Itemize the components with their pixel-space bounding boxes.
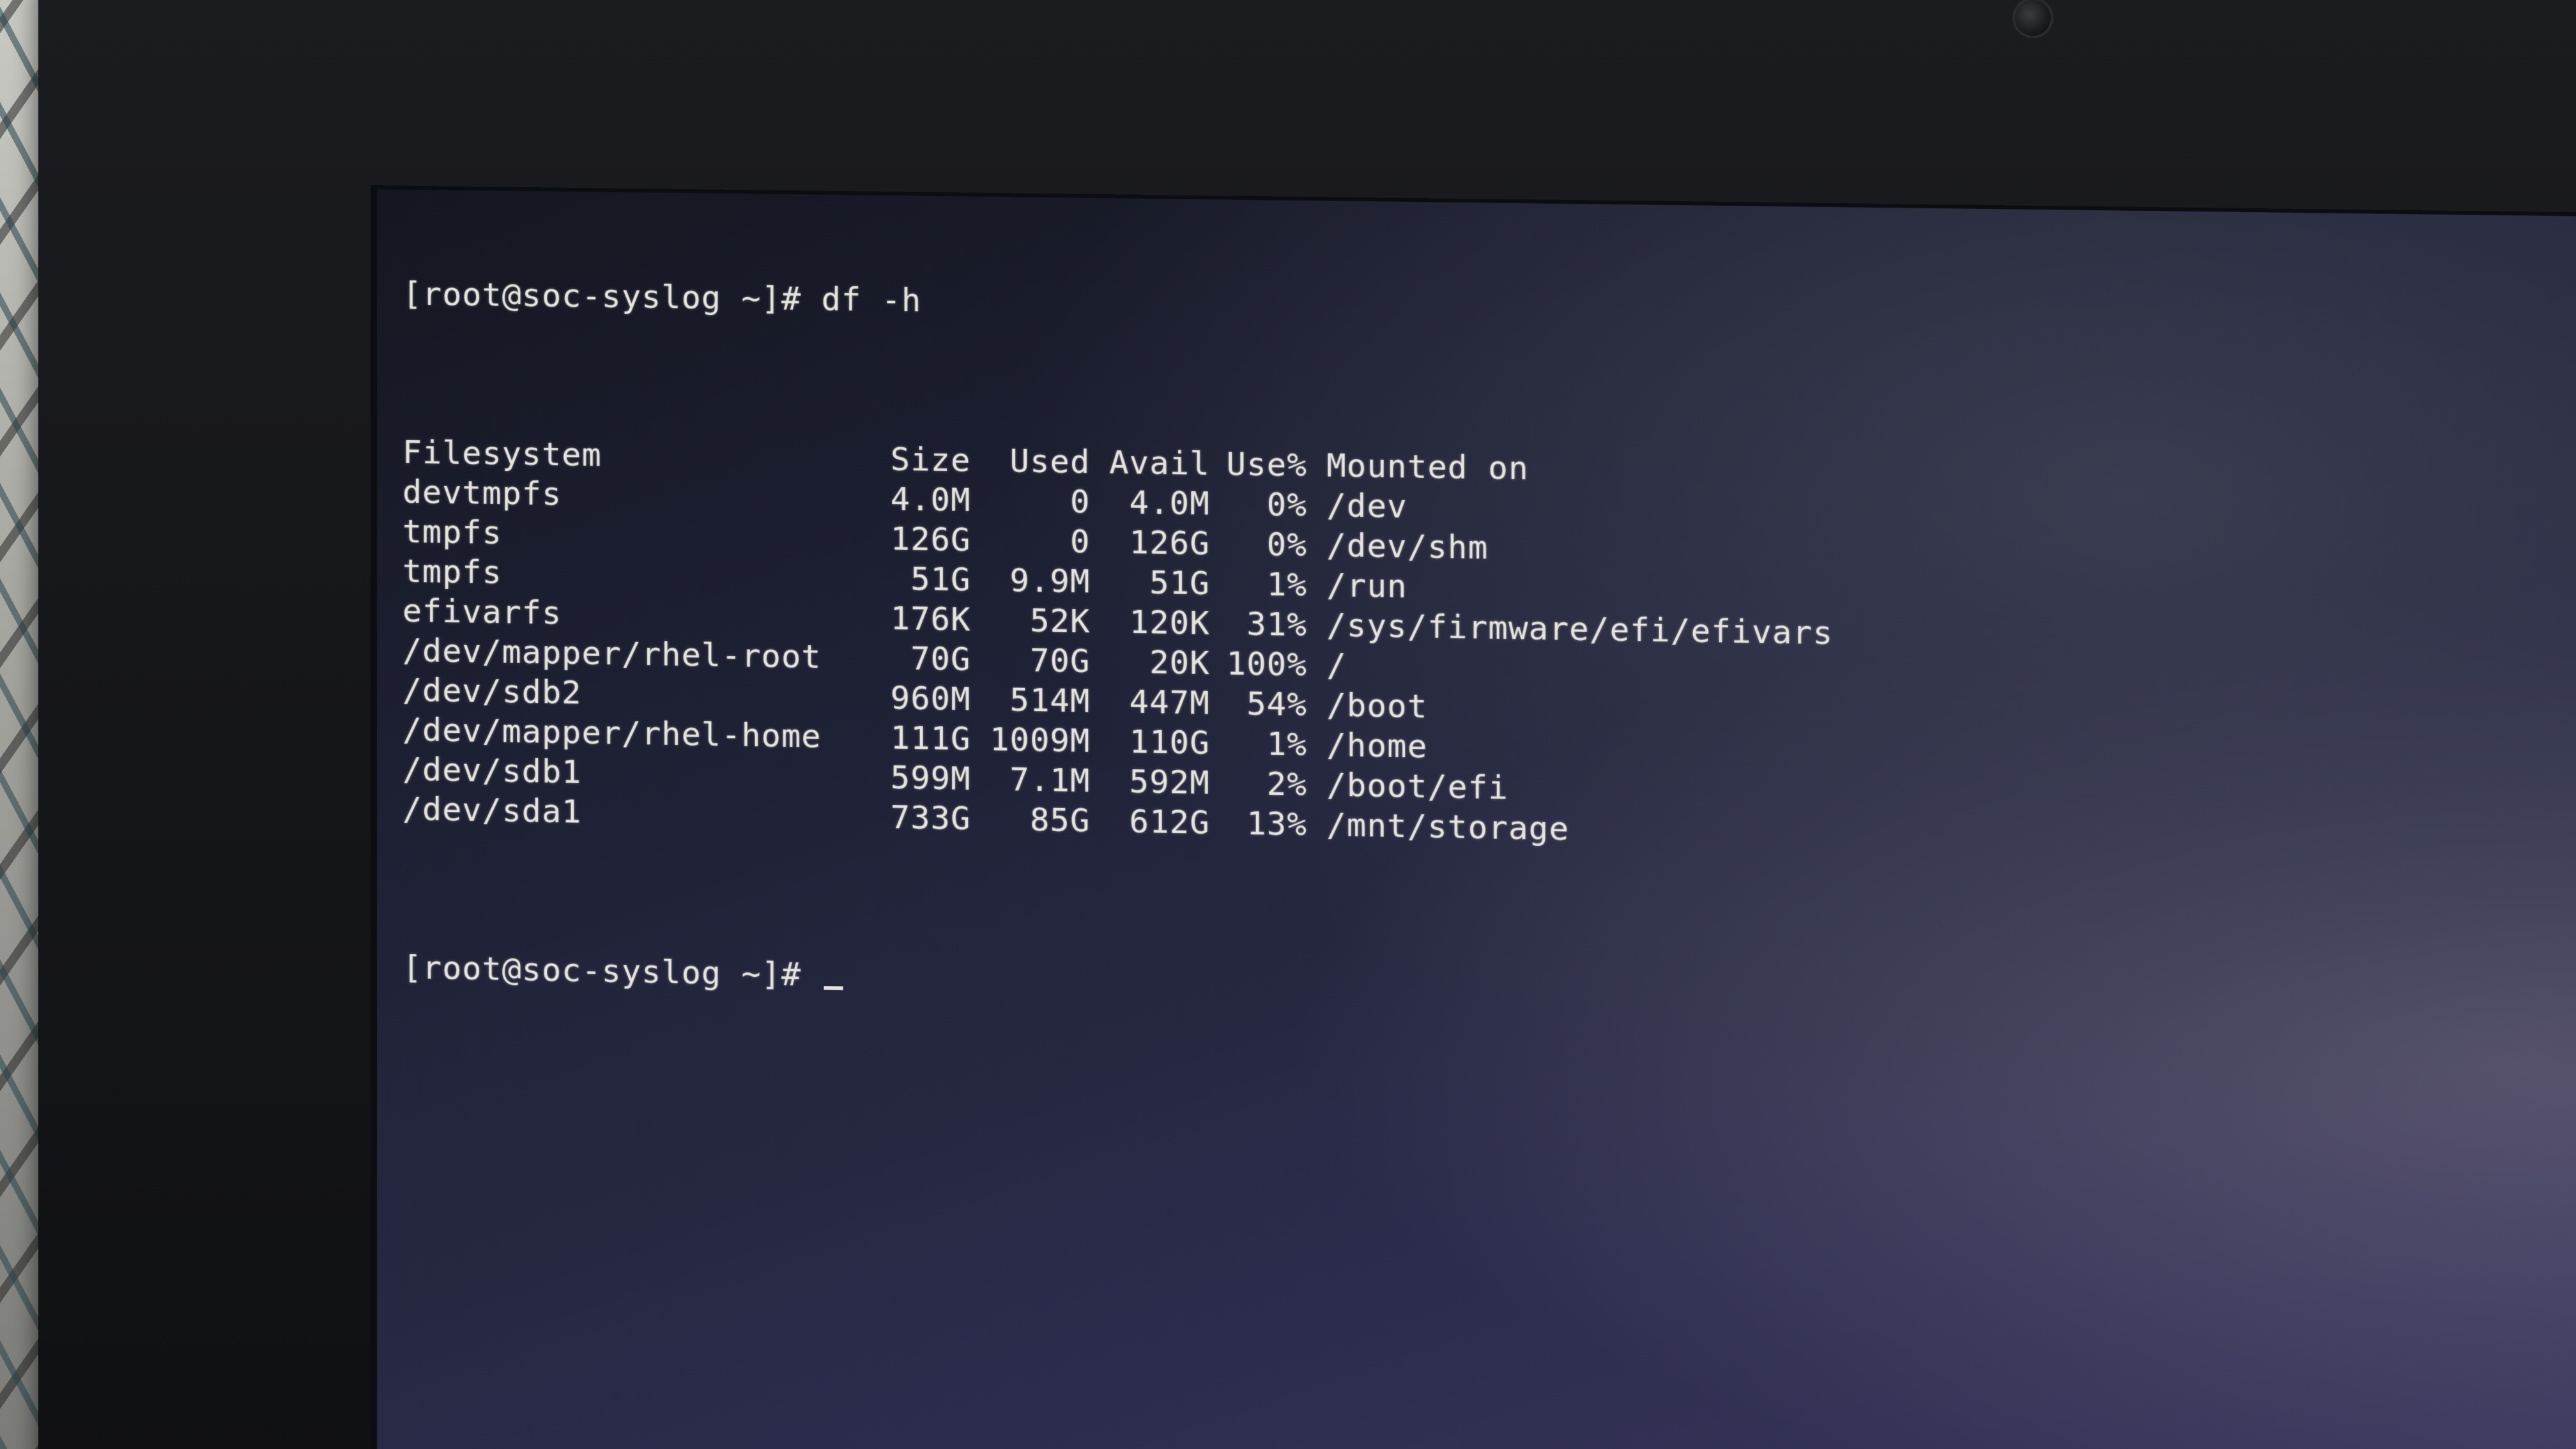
cell-filesystem: /dev/mapper/rhel-home bbox=[402, 710, 822, 755]
cell-use-percent: 31% bbox=[1246, 605, 1307, 644]
photo-scene: [root@soc-syslog ~]# df -h Filesystem Si… bbox=[0, 0, 2576, 1449]
cell-avail: 4.0M bbox=[1129, 484, 1210, 523]
cell-used: 7.1M bbox=[1009, 760, 1091, 800]
text-cursor bbox=[824, 986, 843, 990]
cell-mounted-on: /mnt/storage bbox=[1326, 806, 1570, 848]
cell-avail: 447M bbox=[1129, 683, 1210, 722]
cell-size: 176K bbox=[890, 599, 971, 638]
command-line: [root@soc-syslog ~]# df -h bbox=[402, 275, 922, 319]
cell-use-percent: 0% bbox=[1266, 486, 1307, 524]
cell-size: 111G bbox=[890, 719, 971, 758]
cell-used: 514M bbox=[1009, 681, 1091, 720]
cell-use-percent: 1% bbox=[1266, 725, 1307, 763]
cell-used: 70G bbox=[1030, 641, 1091, 680]
cell-filesystem: devtmpfs bbox=[402, 473, 562, 513]
cell-avail: 126G bbox=[1129, 523, 1210, 562]
header-filesystem: Filesystem bbox=[402, 433, 602, 474]
cell-filesystem: tmpfs bbox=[402, 552, 502, 592]
cell-avail: 592M bbox=[1129, 763, 1210, 802]
header-use-percent: Use% bbox=[1226, 445, 1307, 484]
cell-size: 733G bbox=[890, 798, 971, 838]
cell-use-percent: 54% bbox=[1246, 685, 1307, 724]
cell-used: 85G bbox=[1030, 801, 1091, 839]
cell-used: 9.9M bbox=[1009, 562, 1091, 601]
cell-filesystem: /dev/mapper/rhel-root bbox=[402, 631, 822, 676]
cell-use-percent: 1% bbox=[1266, 565, 1307, 604]
cell-used: 52K bbox=[1030, 602, 1091, 640]
cell-avail: 51G bbox=[1149, 564, 1210, 602]
cell-size: 599M bbox=[890, 758, 971, 798]
prompt-line[interactable]: [root@soc-syslog ~]# bbox=[402, 947, 1833, 1014]
cell-avail: 612G bbox=[1129, 802, 1210, 841]
header-size: Size bbox=[890, 440, 971, 479]
header-avail: Avail bbox=[1109, 443, 1210, 483]
webcam-icon bbox=[2012, 0, 2053, 38]
cell-filesystem: efivarfs bbox=[402, 592, 562, 632]
cell-size: 960M bbox=[890, 679, 971, 718]
df-output-table: Filesystem Size Used Avail Use% Mounted … bbox=[402, 433, 1833, 854]
cell-used: 0 bbox=[1070, 482, 1091, 521]
cell-use-percent: 2% bbox=[1266, 765, 1307, 804]
cell-size: 70G bbox=[910, 640, 971, 678]
terminal-console[interactable]: [root@soc-syslog ~]# df -h Filesystem Si… bbox=[402, 195, 1833, 1094]
cell-mounted-on: /sys/firmware/efi/efivars bbox=[1326, 606, 1834, 652]
cell-use-percent: 100% bbox=[1226, 645, 1307, 684]
cell-use-percent: 0% bbox=[1266, 525, 1307, 564]
cell-avail: 110G bbox=[1129, 723, 1210, 762]
cell-size: 126G bbox=[890, 520, 971, 559]
cell-use-percent: 13% bbox=[1246, 804, 1307, 843]
cell-avail: 120K bbox=[1129, 603, 1210, 642]
cell-used: 0 bbox=[1070, 523, 1091, 561]
cell-size: 4.0M bbox=[890, 480, 971, 519]
cell-filesystem: tmpfs bbox=[402, 512, 502, 552]
cell-avail: 20K bbox=[1149, 643, 1210, 682]
cell-filesystem: /dev/sda1 bbox=[402, 790, 582, 831]
cell-size: 51G bbox=[910, 560, 971, 599]
cell-used: 1009M bbox=[990, 721, 1091, 760]
monitor-screen: [root@soc-syslog ~]# df -h Filesystem Si… bbox=[371, 185, 2576, 1449]
shell-prompt: [root@soc-syslog ~]# bbox=[402, 948, 802, 993]
header-used: Used bbox=[1009, 442, 1091, 481]
cell-filesystem: /dev/sdb2 bbox=[402, 671, 582, 712]
